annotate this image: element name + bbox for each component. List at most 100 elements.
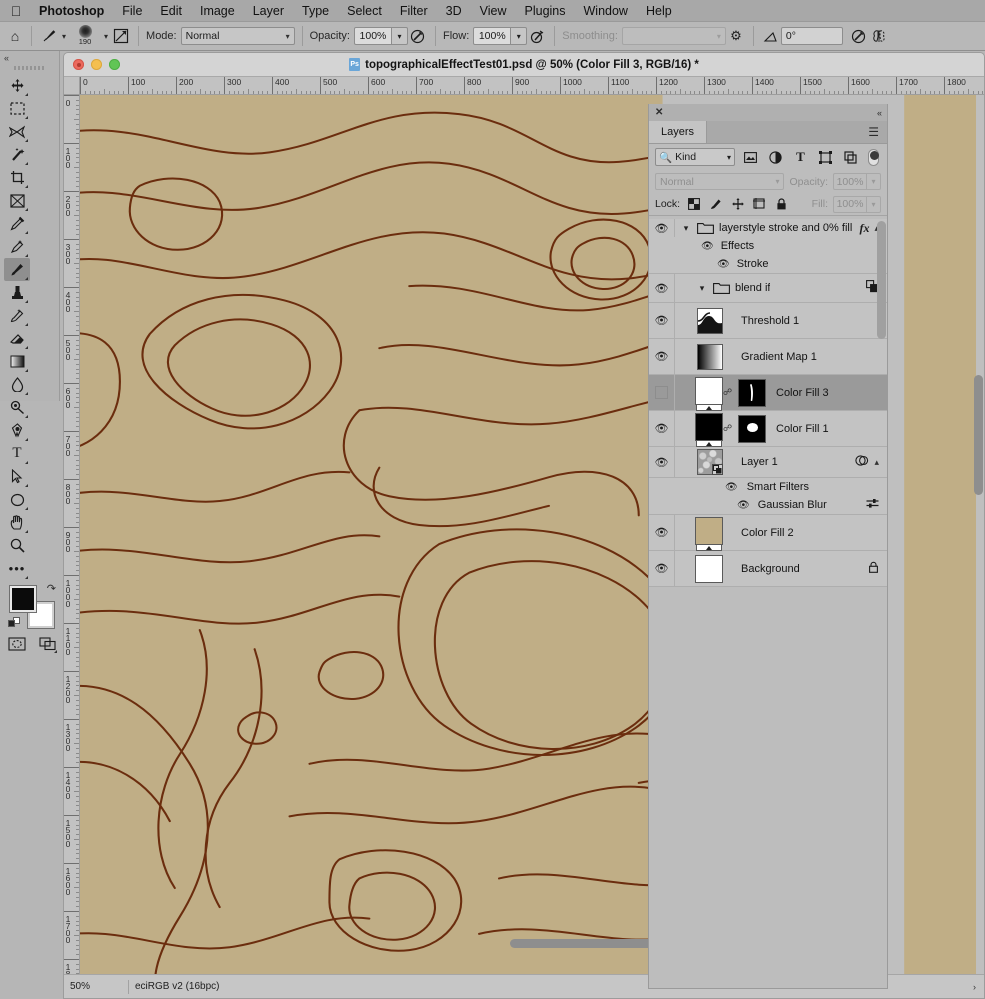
zoom-tool[interactable] xyxy=(4,534,30,557)
canvas-vertical-scrollbar[interactable] xyxy=(974,375,983,495)
layer-name[interactable]: blend if xyxy=(731,282,770,294)
layer-opacity-stepper[interactable]: ▾ xyxy=(867,173,881,190)
layer-name[interactable]: Color Fill 1 xyxy=(766,423,829,435)
collapse-chevrons-icon[interactable]: « xyxy=(877,108,882,118)
history-brush-tool[interactable] xyxy=(4,304,30,327)
hand-tool[interactable] xyxy=(4,511,30,534)
layer-name[interactable]: Background xyxy=(723,563,800,575)
chevron-up-icon[interactable]: ▴ xyxy=(874,457,879,468)
layer-name[interactable]: Stroke xyxy=(734,258,769,270)
layer-name[interactable]: Threshold 1 xyxy=(723,315,799,327)
magic-wand-tool[interactable] xyxy=(4,143,30,166)
lock-icon[interactable] xyxy=(868,561,879,576)
type-tool[interactable]: T xyxy=(4,442,30,465)
visibility-toggle-icon[interactable]: 👁 xyxy=(721,478,742,496)
smartobject-filter-icon[interactable] xyxy=(841,148,860,166)
layer-thumbnail-threshold[interactable] xyxy=(697,307,723,334)
quick-mask-icon[interactable] xyxy=(6,634,28,654)
chevron-down-icon[interactable]: ▾ xyxy=(675,223,697,234)
menu-window[interactable]: Window xyxy=(575,1,637,21)
collapse-chevrons-icon[interactable]: « xyxy=(0,51,59,63)
layer-name[interactable]: Color Fill 3 xyxy=(766,387,829,399)
link-mask-icon[interactable]: ☍ xyxy=(723,387,732,398)
layer-thumbnail-layer-1[interactable] xyxy=(697,449,723,475)
crop-tool[interactable] xyxy=(4,166,30,189)
layer-row-layer-1[interactable]: 👁 Layer 1 ▴ xyxy=(649,447,887,478)
layer-row-effects[interactable]: 👁 Effects xyxy=(649,237,887,255)
flow-combo[interactable]: 100% ▾ xyxy=(473,27,528,45)
smoothing-select[interactable]: ▾ xyxy=(621,27,726,45)
smart-filter-icon[interactable] xyxy=(855,454,869,470)
visibility-toggle-icon[interactable]: 👁 xyxy=(649,411,675,446)
fx-icon[interactable]: fx xyxy=(859,221,869,236)
visibility-toggle-icon[interactable]: 👁 xyxy=(649,447,675,477)
visibility-toggle-icon[interactable]: 👁 xyxy=(649,515,675,550)
layer-thumbnail-color-fill-2[interactable] xyxy=(695,517,723,551)
layer-name[interactable]: Color Fill 2 xyxy=(723,527,794,539)
default-colors-icon[interactable] xyxy=(8,617,21,630)
layer-thumbnail-background[interactable] xyxy=(695,554,723,583)
layer-name[interactable]: Gradient Map 1 xyxy=(723,351,817,363)
blur-tool[interactable] xyxy=(4,373,30,396)
status-menu-caret-icon[interactable]: › xyxy=(973,982,984,992)
flow-input[interactable]: 100% xyxy=(473,27,512,45)
link-mask-icon[interactable]: ☍ xyxy=(723,423,732,434)
close-icon[interactable]: ✕ xyxy=(655,107,663,118)
layers-list[interactable]: 👁 ▾ layerstyle stroke and 0% fill fx ▴ 👁… xyxy=(649,219,887,988)
layer-row-gradient-map-1[interactable]: 👁 Gradient Map 1 xyxy=(649,339,887,375)
layer-mask-color-fill-1[interactable] xyxy=(738,414,766,443)
gear-icon[interactable]: ⚙ xyxy=(726,26,746,46)
visibility-toggle-icon[interactable]: 👁 xyxy=(649,219,675,237)
ruler-corner[interactable] xyxy=(64,77,80,95)
pixel-filter-icon[interactable] xyxy=(741,148,760,166)
lock-transparent-pixels-icon[interactable] xyxy=(685,196,702,213)
brush-settings-caret-icon[interactable]: ▾ xyxy=(101,32,111,41)
vertical-ruler[interactable]: 0 100 200 300 400 500 600 700 800 900 1000 1100 1200… xyxy=(64,95,80,974)
tab-layers[interactable]: Layers xyxy=(649,121,708,143)
lasso-tool[interactable] xyxy=(4,120,30,143)
visibility-toggle-icon[interactable]: 👁 xyxy=(697,237,718,255)
layer-opacity-value[interactable]: 100% xyxy=(833,173,867,190)
layer-name[interactable]: Layer 1 xyxy=(723,456,778,468)
symmetry-butterfly-icon[interactable] xyxy=(869,26,889,46)
type-filter-icon[interactable]: T xyxy=(791,148,810,166)
chevron-down-icon[interactable]: ▾ xyxy=(691,283,713,294)
foreground-color-swatch[interactable] xyxy=(10,586,36,612)
brush-preset-icon[interactable] xyxy=(39,26,59,46)
pressure-opacity-icon[interactable] xyxy=(408,26,428,46)
layer-name[interactable]: layerstyle stroke and 0% fill xyxy=(715,222,852,234)
brush-size-preview[interactable]: 190 xyxy=(71,24,99,48)
screen-mode-icon[interactable] xyxy=(38,634,60,654)
visibility-toggle-icon[interactable]: 👁 xyxy=(649,339,675,374)
horizontal-ruler[interactable]: 0 100 200 300 400 500 600 700 800 900 1000 1100 1200… xyxy=(80,77,984,95)
layer-row-color-fill-3[interactable]: ☍ Color Fill 3 xyxy=(649,375,887,411)
fill-stepper[interactable]: ▾ xyxy=(867,195,881,213)
filter-toggle-switch[interactable] xyxy=(868,148,879,166)
visibility-toggle-icon[interactable]: 👁 xyxy=(649,303,675,338)
layer-row-group-blend-if[interactable]: 👁 ▾ blend if xyxy=(649,274,887,303)
brush-panel-icon[interactable] xyxy=(111,26,131,46)
clone-stamp-tool[interactable] xyxy=(4,281,30,304)
move-tool[interactable] xyxy=(4,74,30,97)
dodge-tool[interactable] xyxy=(4,396,30,419)
layer-mask-color-fill-3[interactable] xyxy=(738,378,766,407)
zoom-level[interactable]: 50% xyxy=(64,981,122,992)
menu-type[interactable]: Type xyxy=(293,1,338,21)
opacity-stepper[interactable]: ▾ xyxy=(391,27,408,45)
eyedropper-tool[interactable] xyxy=(4,212,30,235)
menu-plugins[interactable]: Plugins xyxy=(516,1,575,21)
layer-row-smart-filters[interactable]: 👁 Smart Filters xyxy=(649,478,887,496)
layer-row-color-fill-1[interactable]: 👁 ☍ Color Fill 1 xyxy=(649,411,887,447)
fill-value[interactable]: 100% xyxy=(833,195,867,213)
menu-edit[interactable]: Edit xyxy=(151,1,191,21)
adjustment-filter-icon[interactable] xyxy=(766,148,785,166)
home-icon[interactable]: ⌂ xyxy=(6,28,24,44)
ellipse-tool[interactable] xyxy=(4,488,30,511)
path-selection-tool[interactable] xyxy=(4,465,30,488)
swap-colors-icon[interactable]: ↷ xyxy=(47,582,56,595)
menu-image[interactable]: Image xyxy=(191,1,244,21)
visibility-toggle-icon[interactable]: 👁 xyxy=(649,274,675,302)
menu-select[interactable]: Select xyxy=(338,1,391,21)
spot-healing-brush-tool[interactable] xyxy=(4,235,30,258)
rectangular-marquee-tool[interactable] xyxy=(4,97,30,120)
